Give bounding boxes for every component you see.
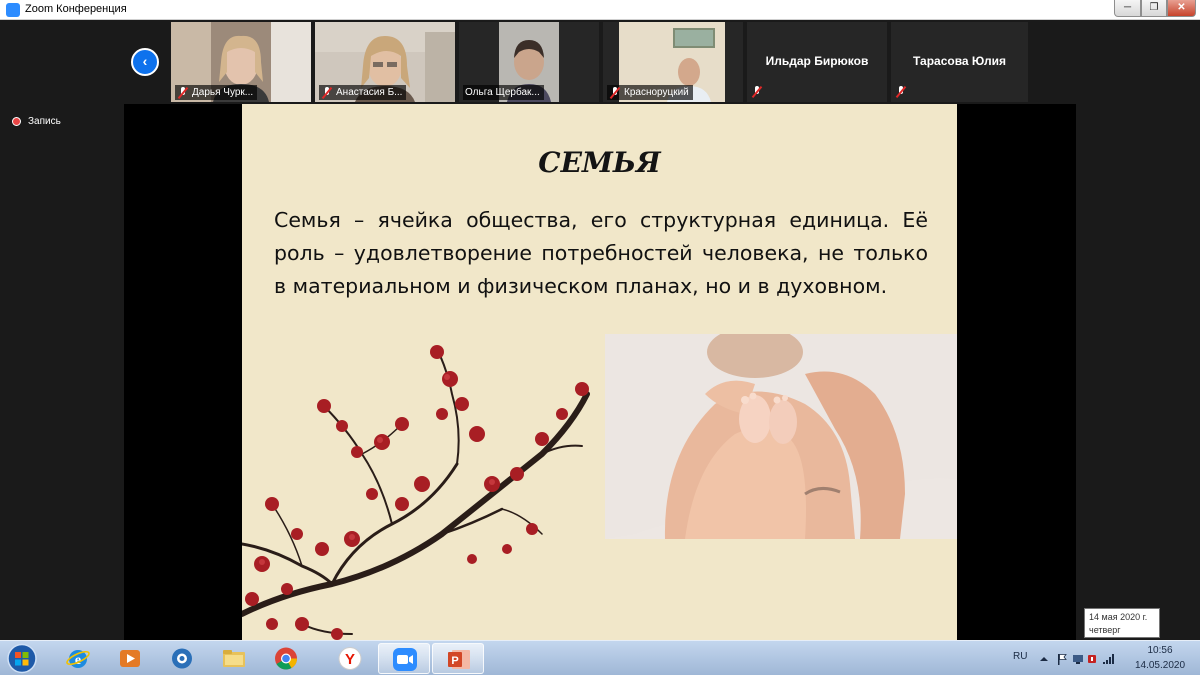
media-center-icon bbox=[172, 648, 192, 669]
recording-label: Запись bbox=[28, 116, 61, 127]
window-title: Zoom Конференция bbox=[25, 3, 127, 15]
windows-taskbar: e Y P RU 10:56 14.05.2020 bbox=[0, 640, 1200, 675]
taskbar-app-button[interactable]: P bbox=[432, 643, 484, 674]
slide-body-text: Семья – ячейка общества, его структурная… bbox=[274, 208, 928, 298]
plum-blossom-branch-image bbox=[242, 345, 590, 640]
participant-tile[interactable]: Анастасия Б... bbox=[315, 22, 455, 102]
yandex-browser-icon: Y bbox=[338, 647, 362, 670]
presentation-slide: СЕМЬЯ Семья – ячейка общества, его струк… bbox=[242, 104, 957, 640]
minimize-button[interactable]: ─ bbox=[1114, 0, 1141, 17]
clock-time[interactable]: 10:56 bbox=[1130, 645, 1190, 656]
network-signal-icon[interactable] bbox=[1102, 653, 1114, 665]
mic-muted-icon bbox=[177, 86, 189, 99]
participant-namebar: Ольга Щербак... bbox=[463, 85, 544, 100]
mic-muted-icon bbox=[321, 86, 333, 99]
tooltip-date-long: 14 мая 2020 г. bbox=[1089, 612, 1148, 622]
participant-name: Дарья Чурк... bbox=[192, 87, 254, 98]
participant-tile[interactable]: Красноруцкий bbox=[603, 22, 743, 102]
file-explorer-icon bbox=[223, 650, 245, 667]
participant-namebar: Красноруцкий bbox=[607, 85, 693, 100]
powerpoint-icon: P bbox=[448, 650, 470, 669]
mic-muted-icon bbox=[609, 86, 621, 99]
taskbar-app-button[interactable]: Y bbox=[324, 643, 376, 674]
taskbar-app-button[interactable] bbox=[260, 643, 312, 674]
mic-muted-icon bbox=[895, 86, 907, 98]
record-dot-icon bbox=[12, 117, 21, 126]
svg-text:Y: Y bbox=[345, 651, 355, 668]
display-icon[interactable] bbox=[1072, 653, 1084, 665]
participant-tile[interactable]: Ильдар Бирюков bbox=[747, 22, 887, 102]
zoom-app-icon bbox=[6, 3, 20, 17]
svg-text:P: P bbox=[451, 655, 458, 667]
participant-name: Красноруцкий bbox=[624, 87, 689, 98]
chrome-icon bbox=[275, 647, 297, 670]
media-player-icon bbox=[120, 650, 140, 667]
slide-title: СЕМЬЯ bbox=[538, 146, 661, 179]
security-icon[interactable] bbox=[1086, 653, 1098, 665]
participant-name: Анастасия Б... bbox=[336, 87, 403, 98]
participant-tile[interactable]: Дарья Чурк... bbox=[171, 22, 311, 102]
tooltip-weekday: четверг bbox=[1089, 625, 1121, 635]
window-titlebar: Zoom Конференция ─ ❐ ✕ bbox=[0, 0, 1200, 20]
participant-name: Ольга Щербак... bbox=[465, 87, 540, 98]
taskbar-app-button[interactable] bbox=[208, 643, 260, 674]
participant-name: Ильдар Бирюков bbox=[765, 54, 869, 68]
close-button[interactable]: ✕ bbox=[1167, 0, 1196, 17]
hands-baby-feet-image bbox=[605, 334, 957, 539]
start-button[interactable] bbox=[2, 642, 42, 675]
date-tooltip: 14 мая 2020 г. четверг bbox=[1084, 608, 1160, 638]
maximize-button[interactable]: ❐ bbox=[1141, 0, 1167, 17]
recording-indicator[interactable]: Запись bbox=[12, 116, 61, 127]
participant-namebar: Дарья Чурк... bbox=[175, 85, 258, 100]
taskbar-app-button[interactable] bbox=[378, 643, 430, 674]
clock-date[interactable]: 14.05.2020 bbox=[1130, 660, 1190, 671]
zoom-icon bbox=[393, 648, 417, 671]
participant-name: Тарасова Юлия bbox=[912, 54, 1007, 68]
mic-muted-icon bbox=[751, 86, 763, 98]
taskbar-app-button[interactable] bbox=[104, 643, 156, 674]
participant-tile[interactable]: Тарасова Юлия bbox=[891, 22, 1028, 102]
gallery-prev-button[interactable]: ‹ bbox=[131, 48, 159, 76]
internet-explorer-icon: e bbox=[66, 650, 90, 668]
participant-tile[interactable]: Ольга Щербак... bbox=[459, 22, 599, 102]
show-hidden-icons-icon[interactable] bbox=[1038, 653, 1050, 665]
action-center-flag-icon[interactable] bbox=[1056, 653, 1068, 665]
taskbar-app-button[interactable]: e bbox=[52, 643, 104, 674]
participant-namebar: Анастасия Б... bbox=[319, 85, 407, 100]
language-indicator[interactable]: RU bbox=[1013, 651, 1027, 662]
taskbar-app-button[interactable] bbox=[156, 643, 208, 674]
